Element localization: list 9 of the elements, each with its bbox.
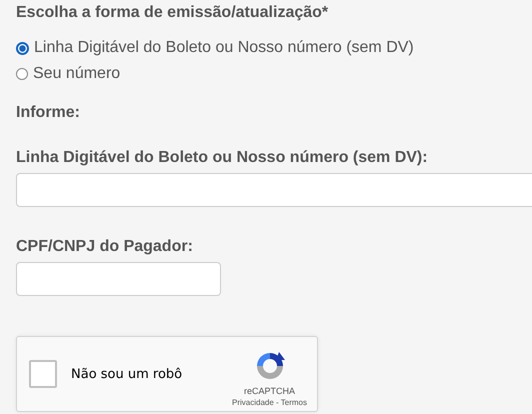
radio-label[interactable]: Linha Digitável do Boleto ou Nosso número (sem DV) bbox=[34, 39, 414, 57]
radio-label[interactable]: Seu número bbox=[33, 65, 120, 83]
privacy-terms-links[interactable]: Privacidade - Termos bbox=[232, 398, 307, 406]
section-label: Informe: bbox=[16, 103, 81, 123]
form-heading: Escolha a forma de emissão/atualização* bbox=[16, 3, 330, 23]
field-label: Linha Digitável do Boleto ou Nosso número (sem DV): bbox=[16, 148, 429, 168]
captcha-label: Não sou um robô bbox=[71, 366, 184, 382]
brand-text: reCAPTCHA bbox=[244, 386, 295, 396]
field-label: CPF/CNPJ do Pagador: bbox=[16, 237, 194, 257]
